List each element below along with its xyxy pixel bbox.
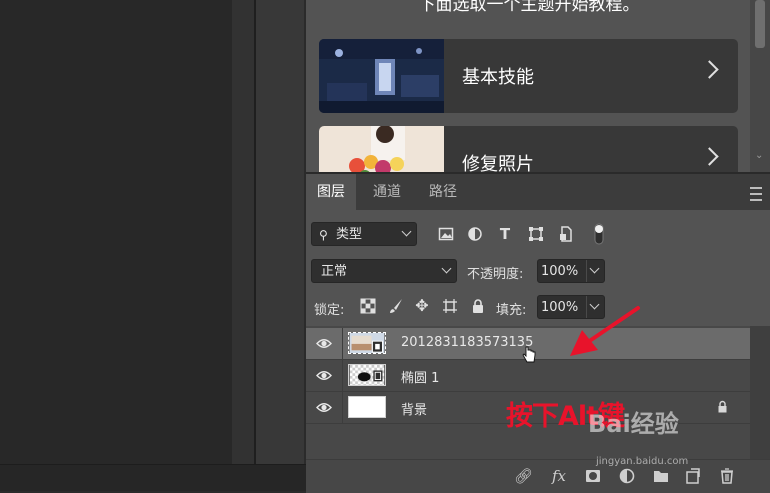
chevron-right-icon xyxy=(700,60,719,79)
filter-type-icon[interactable]: T xyxy=(497,226,513,242)
canvas-gutter xyxy=(232,0,254,464)
adjustment-icon[interactable] xyxy=(618,467,636,485)
panel-tab-bar: 图层 通道 路径 xyxy=(306,174,770,210)
panel-menu-icon[interactable] xyxy=(750,187,762,201)
layer-filter-dropdown[interactable]: ⚲ 类型 xyxy=(311,222,417,246)
layers-scrollbar[interactable] xyxy=(750,326,770,474)
chevron-down-icon xyxy=(401,226,412,237)
status-bar xyxy=(0,464,306,491)
chevron-down-icon[interactable] xyxy=(589,263,600,274)
document-canvas-area[interactable] xyxy=(0,0,232,464)
filter-shape-icon[interactable] xyxy=(528,226,544,242)
blend-mode-dropdown[interactable]: 正常 xyxy=(311,259,457,283)
lock-position-icon[interactable]: ✥ xyxy=(414,298,430,314)
layers-bottom-toolbar: 🔗︎ fx xyxy=(306,459,770,493)
fx-icon[interactable]: fx xyxy=(550,467,568,485)
layer-name[interactable]: 椭圆 1 xyxy=(401,367,439,386)
filter-toggle-switch[interactable] xyxy=(593,222,605,246)
visibility-eye-icon[interactable] xyxy=(316,337,332,350)
tutorial-thumbnail-flowers xyxy=(319,126,444,172)
lock-all-icon[interactable] xyxy=(470,298,486,314)
layer-thumbnail-ellipse[interactable] xyxy=(348,364,386,386)
layer-row-ellipse[interactable]: 椭圆 1 xyxy=(306,360,750,392)
lock-image-pixels-icon[interactable] xyxy=(388,298,404,314)
search-icon: ⚲ xyxy=(319,228,328,242)
lock-label: 锁定: xyxy=(314,303,345,318)
filter-pixel-icon[interactable] xyxy=(438,226,454,242)
hand-cursor-icon xyxy=(522,346,536,363)
tab-channels[interactable]: 通道 xyxy=(362,174,412,210)
tutorial-thumbnail-bedroom xyxy=(319,39,444,113)
visibility-eye-icon[interactable] xyxy=(316,369,332,382)
fill-label: 填充: xyxy=(496,303,527,318)
learn-scrollbar[interactable]: ⌄ xyxy=(750,0,770,172)
opacity-label: 不透明度: xyxy=(467,267,524,282)
layer-thumbnail-photo[interactable] xyxy=(348,332,386,354)
tab-layers[interactable]: 图层 xyxy=(306,174,356,210)
filter-adjustment-icon[interactable] xyxy=(467,226,483,242)
watermark-url: jingyan.baidu.com xyxy=(596,456,689,467)
annotation-arrow xyxy=(570,306,640,356)
folder-icon[interactable] xyxy=(652,467,670,485)
tutorial-label: 修复照片 xyxy=(462,154,534,172)
lock-transparent-pixels-icon[interactable] xyxy=(360,298,376,314)
opacity-input[interactable]: 100% xyxy=(537,259,605,283)
layers-panel: 图层 通道 路径 ⚲ 类型 T 正常 不透明度: 100% 锁定: ✥ 填充: … xyxy=(306,172,770,493)
lock-artboard-icon[interactable] xyxy=(442,298,458,314)
learn-panel: 下面选取一个主题开始教程。 基本技能 修复照片 ⌄ xyxy=(306,0,770,172)
mask-icon[interactable] xyxy=(584,467,602,485)
tutorial-label: 基本技能 xyxy=(462,67,534,88)
chevron-down-icon[interactable]: ⌄ xyxy=(755,150,763,161)
link-icon[interactable]: 🔗︎ xyxy=(514,467,533,485)
visibility-eye-icon[interactable] xyxy=(316,401,332,414)
filter-smart-object-icon[interactable] xyxy=(558,226,574,242)
layer-name[interactable]: 2012831183573135 xyxy=(401,335,533,350)
tab-paths[interactable]: 路径 xyxy=(418,174,468,210)
scroll-thumb[interactable] xyxy=(755,0,765,48)
tutorial-card-repair-photos[interactable]: 修复照片 xyxy=(319,126,738,172)
trash-icon[interactable] xyxy=(718,467,736,485)
layer-name[interactable]: 背景 xyxy=(401,399,427,418)
watermark-brand: Bai经验 xyxy=(588,410,679,438)
chevron-right-icon xyxy=(700,147,719,166)
learn-heading: 下面选取一个主题开始教程。 xyxy=(418,0,640,15)
layer-thumbnail-white[interactable] xyxy=(348,396,386,418)
lock-icon xyxy=(718,400,727,413)
new-layer-icon[interactable] xyxy=(684,467,702,485)
panel-dock-strip xyxy=(256,0,304,490)
tutorial-card-basic-skills[interactable]: 基本技能 xyxy=(319,39,738,113)
chevron-down-icon xyxy=(441,263,452,274)
